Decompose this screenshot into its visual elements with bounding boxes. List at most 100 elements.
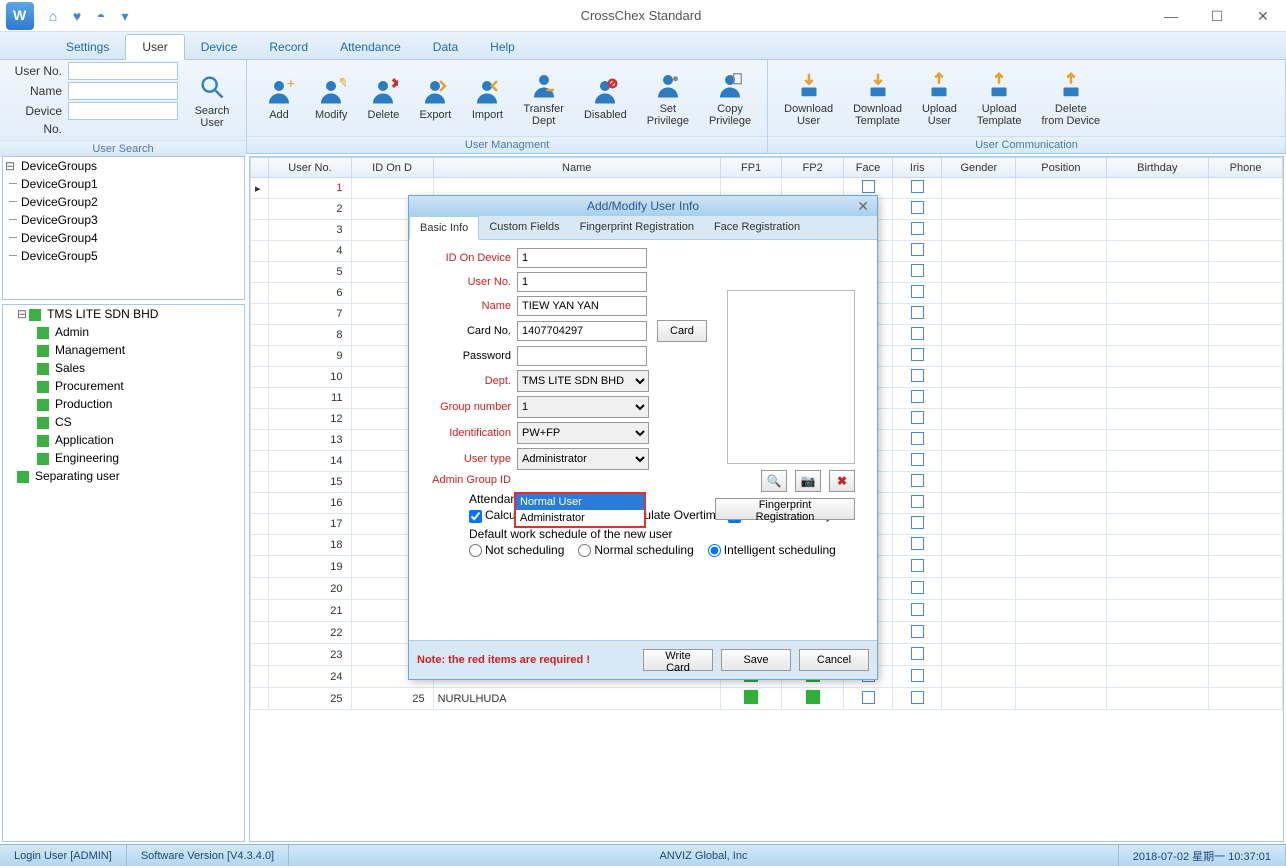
- write-card-button[interactable]: Write Card: [643, 649, 713, 671]
- dept-item[interactable]: Application: [3, 431, 244, 449]
- col-birthday[interactable]: Birthday: [1106, 158, 1209, 178]
- device-tree-root[interactable]: DeviceGroups: [3, 157, 244, 175]
- col-phone[interactable]: Phone: [1209, 158, 1283, 178]
- dialog-tab-custom-fields[interactable]: Custom Fields: [479, 216, 569, 239]
- upload-user-button[interactable]: UploadUser: [912, 65, 967, 131]
- search-user-button[interactable]: Search User: [184, 67, 240, 133]
- menu-tab-settings[interactable]: Settings: [50, 35, 125, 59]
- menu-tab-user[interactable]: User: [125, 34, 184, 60]
- menu-tab-attendance[interactable]: Attendance: [324, 35, 417, 59]
- col-fp2[interactable]: FP2: [782, 158, 844, 178]
- dept-item[interactable]: Engineering: [3, 449, 244, 467]
- col-id-on-d[interactable]: ID On D: [351, 158, 433, 178]
- minimize-button[interactable]: —: [1148, 1, 1194, 31]
- dept-item[interactable]: Admin: [3, 323, 244, 341]
- fingerprint-registration-button[interactable]: Fingerprint Registration: [715, 498, 855, 520]
- dept-item[interactable]: Production: [3, 395, 244, 413]
- download-user-button[interactable]: DownloadUser: [774, 65, 843, 131]
- col-user-no.[interactable]: User No.: [269, 158, 351, 178]
- delete-photo-button[interactable]: ✖: [829, 470, 855, 492]
- disabled-button[interactable]: Disabled: [574, 71, 637, 125]
- user-type-option[interactable]: Administrator: [516, 510, 644, 526]
- user-no-field[interactable]: [517, 272, 647, 292]
- user-type-dropdown-open[interactable]: Normal UserAdministrator: [514, 492, 646, 528]
- delete-from-device-button[interactable]: Deletefrom Device: [1031, 65, 1110, 131]
- intelligent-scheduling-radio[interactable]: Intelligent scheduling: [708, 543, 836, 557]
- col-iris[interactable]: Iris: [893, 158, 942, 178]
- dept-item[interactable]: CS: [3, 413, 244, 431]
- user-type-select[interactable]: Administrator: [517, 448, 649, 470]
- set-privilege-button[interactable]: SetPrivilege: [637, 65, 699, 131]
- col-position[interactable]: Position: [1016, 158, 1106, 178]
- add-button[interactable]: +Add: [253, 71, 305, 125]
- not-scheduling-radio[interactable]: Not scheduling: [469, 543, 564, 557]
- required-note: Note: the red items are required !: [417, 654, 590, 666]
- normal-scheduling-radio[interactable]: Normal scheduling: [578, 543, 693, 557]
- save-button[interactable]: Save: [721, 649, 791, 671]
- svg-text:+: +: [287, 76, 295, 93]
- name-input[interactable]: [68, 82, 178, 100]
- table-row[interactable]: 2525NURULHUDA: [251, 688, 1283, 710]
- menu-tab-help[interactable]: Help: [474, 35, 531, 59]
- user-no-label: User No.: [6, 62, 66, 80]
- id-on-device-input[interactable]: [517, 248, 647, 268]
- download-template-button[interactable]: DownloadTemplate: [843, 65, 912, 131]
- user-no-input[interactable]: [68, 62, 178, 80]
- menu-tab-data[interactable]: Data: [417, 35, 474, 59]
- menu-tab-device[interactable]: Device: [185, 35, 254, 59]
- dept-select[interactable]: TMS LITE SDN BHD: [517, 370, 649, 392]
- menu-tab-record[interactable]: Record: [253, 35, 324, 59]
- device-group-item[interactable]: DeviceGroup4: [3, 229, 244, 247]
- search-icon: [196, 71, 228, 103]
- col-gender[interactable]: Gender: [942, 158, 1016, 178]
- dropdown-icon[interactable]: ▾: [116, 7, 134, 25]
- card-button[interactable]: Card: [657, 320, 707, 342]
- col-name[interactable]: Name: [433, 158, 720, 178]
- dialog-tab-fingerprint-registration[interactable]: Fingerprint Registration: [570, 216, 704, 239]
- card-no-field[interactable]: [517, 321, 647, 341]
- col-face[interactable]: Face: [843, 158, 892, 178]
- dialog-tab-basic-info[interactable]: Basic Info: [409, 216, 479, 240]
- copy-privilege-button[interactable]: CopyPrivilege: [699, 65, 761, 131]
- dept-item[interactable]: Sales: [3, 359, 244, 377]
- name-field[interactable]: [517, 296, 647, 316]
- device-no-input[interactable]: [68, 102, 178, 120]
- col-fp1[interactable]: FP1: [720, 158, 782, 178]
- user-type-option[interactable]: Normal User: [516, 494, 644, 510]
- group-number-select[interactable]: 1: [517, 396, 649, 418]
- camera-button[interactable]: 📷: [795, 470, 821, 492]
- person-icon: [528, 69, 560, 101]
- password-field[interactable]: [517, 346, 647, 366]
- close-button[interactable]: ✕: [1240, 1, 1286, 31]
- cancel-button[interactable]: Cancel: [799, 649, 869, 671]
- col-rowhead[interactable]: [251, 158, 269, 178]
- dialog-tab-face-registration[interactable]: Face Registration: [704, 216, 810, 239]
- login-user-status: Login User [ADMIN]: [0, 845, 127, 866]
- shield2-icon[interactable]: ◓: [92, 7, 110, 25]
- export-button[interactable]: Export: [409, 71, 461, 125]
- upload-template-button[interactable]: UploadTemplate: [967, 65, 1032, 131]
- device-group-item[interactable]: DeviceGroup5: [3, 247, 244, 265]
- device-tree[interactable]: DeviceGroups DeviceGroup1DeviceGroup2Dev…: [2, 156, 245, 300]
- transfer-dept-button[interactable]: TransferDept: [513, 65, 574, 131]
- device-group-item[interactable]: DeviceGroup2: [3, 193, 244, 211]
- identification-select[interactable]: PW+FP: [517, 422, 649, 444]
- device-no-label: Device No.: [6, 102, 66, 138]
- mgmt-group-label: User Managment: [247, 136, 767, 153]
- home-icon[interactable]: ⌂: [44, 7, 62, 25]
- maximize-button[interactable]: ☐: [1194, 1, 1240, 31]
- modify-button[interactable]: ✎Modify: [305, 71, 357, 125]
- import-button[interactable]: Import: [461, 71, 513, 125]
- delete-button[interactable]: ✖Delete: [357, 71, 409, 125]
- separating-user[interactable]: Separating user: [3, 467, 244, 485]
- dept-root[interactable]: TMS LITE SDN BHD: [3, 305, 244, 323]
- zoom-photo-button[interactable]: 🔍: [761, 470, 787, 492]
- photo-placeholder: [727, 290, 855, 464]
- device-group-item[interactable]: DeviceGroup3: [3, 211, 244, 229]
- dept-item[interactable]: Management: [3, 341, 244, 359]
- device-group-item[interactable]: DeviceGroup1: [3, 175, 244, 193]
- dept-tree[interactable]: TMS LITE SDN BHD AdminManagementSalesPro…: [2, 304, 245, 842]
- dialog-close-button[interactable]: ✕: [857, 198, 869, 215]
- dept-item[interactable]: Procurement: [3, 377, 244, 395]
- shield-icon[interactable]: ♥: [68, 7, 86, 25]
